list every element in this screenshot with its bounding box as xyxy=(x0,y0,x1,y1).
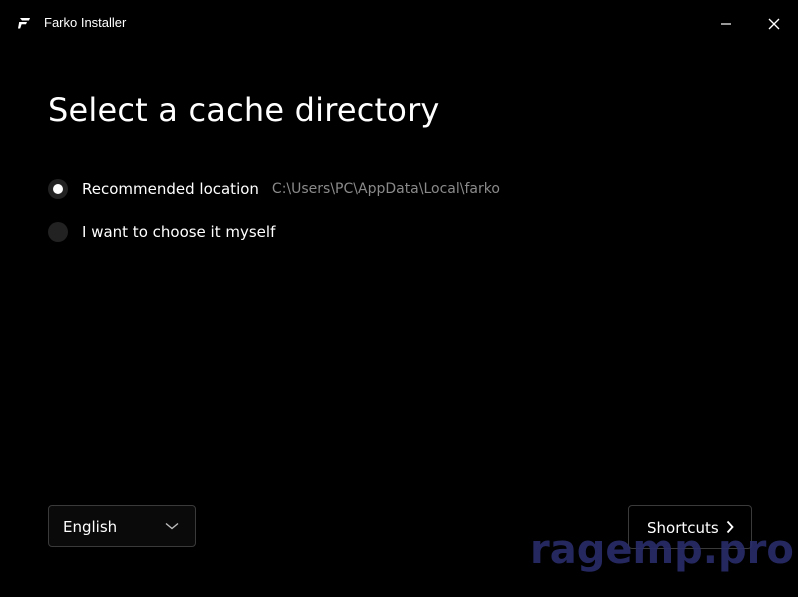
option-label: Recommended location xyxy=(82,180,259,198)
close-button[interactable] xyxy=(760,10,788,38)
option-recommended-location[interactable]: Recommended location C:\Users\PC\AppData… xyxy=(48,178,500,200)
title-bar: Farko Installer xyxy=(0,0,798,46)
window-title: Farko Installer xyxy=(44,15,127,30)
option-label: I want to choose it myself xyxy=(82,223,276,241)
minimize-button[interactable] xyxy=(712,10,740,38)
language-select[interactable]: English xyxy=(48,505,196,547)
close-icon xyxy=(768,18,780,30)
chevron-down-icon xyxy=(165,522,179,530)
option-choose-myself[interactable]: I want to choose it myself xyxy=(48,221,275,243)
language-value: English xyxy=(63,518,118,536)
cache-path: C:\Users\PC\AppData\Local\farko xyxy=(271,181,500,197)
minimize-icon xyxy=(721,23,731,25)
watermark: ragemp.pro xyxy=(530,527,794,573)
radio-recommended-location[interactable] xyxy=(48,179,68,199)
farko-logo-icon xyxy=(18,18,30,29)
radio-choose-myself[interactable] xyxy=(48,222,68,242)
page-title: Select a cache directory xyxy=(48,91,440,129)
